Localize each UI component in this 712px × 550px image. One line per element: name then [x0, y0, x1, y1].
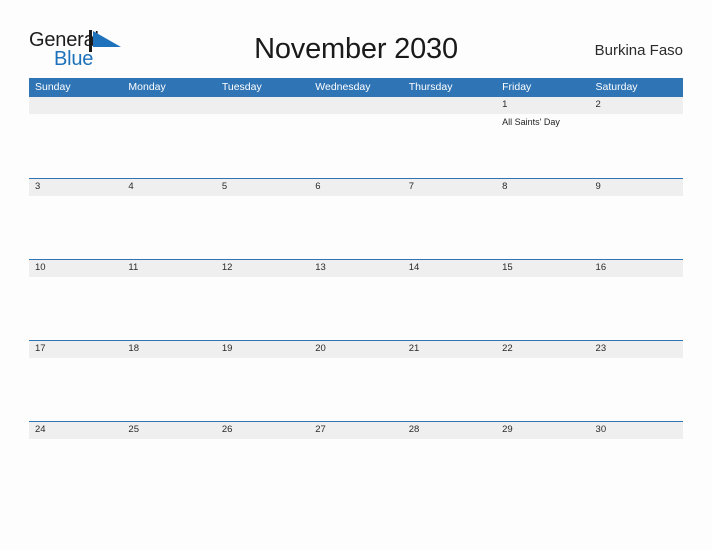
day-cell[interactable]: 28	[403, 421, 496, 502]
day-number: 11	[128, 262, 139, 273]
day-cell[interactable]: 21	[403, 340, 496, 421]
day-cell[interactable]: 20	[309, 340, 402, 421]
day-cell[interactable]: 13	[309, 259, 402, 340]
day-number: 7	[408, 181, 414, 192]
day-events: All Saints' Day	[502, 116, 586, 128]
day-cell-empty	[216, 97, 309, 178]
day-cell[interactable]: 10	[29, 259, 122, 340]
day-cell[interactable]: 26	[216, 421, 309, 502]
weekday-header-friday: Friday	[502, 81, 532, 93]
day-cell[interactable]: 16	[590, 259, 683, 340]
weekday-header-row: Sunday Monday Tuesday Wednesday Thursday…	[29, 78, 683, 97]
day-cell[interactable]: 9	[590, 178, 683, 259]
day-number: 3	[35, 181, 41, 192]
day-number: 17	[35, 343, 46, 354]
day-cell[interactable]: 17	[29, 340, 122, 421]
country-label: Burkina Faso	[594, 42, 683, 59]
week-cells: 24 25 26 27 28 29 30	[29, 421, 683, 502]
day-number: 15	[502, 262, 513, 273]
calendar-grid: Sunday Monday Tuesday Wednesday Thursday…	[29, 78, 683, 502]
day-number: 4	[128, 181, 134, 192]
day-cell[interactable]: 4	[122, 178, 215, 259]
calendar-week-row: 1 All Saints' Day 2	[29, 97, 683, 178]
day-cell[interactable]: 25	[122, 421, 215, 502]
day-cell[interactable]: 24	[29, 421, 122, 502]
day-cell-empty	[29, 97, 122, 178]
day-cell[interactable]: 22	[496, 340, 589, 421]
day-cell[interactable]: 14	[403, 259, 496, 340]
day-cell[interactable]: 7	[403, 178, 496, 259]
day-number: 16	[595, 262, 607, 273]
day-cell[interactable]: 6	[309, 178, 402, 259]
day-number: 23	[595, 343, 607, 354]
day-number: 1	[502, 99, 508, 110]
page-header: General Blue November 2030 Burkina Faso	[0, 0, 712, 76]
day-cell[interactable]: 23	[590, 340, 683, 421]
day-number: 10	[35, 262, 46, 273]
day-cell-empty	[122, 97, 215, 178]
day-cell[interactable]: 19	[216, 340, 309, 421]
day-number: 25	[128, 424, 139, 435]
day-cell[interactable]: 2	[590, 97, 683, 178]
calendar-week-row: 10 11 12 13 14 15 16	[29, 259, 683, 340]
day-number: 19	[221, 343, 233, 354]
day-number: 13	[315, 262, 326, 273]
day-number: 28	[408, 424, 420, 435]
day-number: 21	[408, 343, 420, 354]
day-number: 9	[595, 181, 601, 192]
day-cell[interactable]: 12	[216, 259, 309, 340]
day-number: 6	[315, 181, 321, 192]
weekday-header-sunday: Sunday	[35, 81, 71, 93]
day-number: 26	[221, 424, 233, 435]
day-number: 2	[595, 99, 601, 110]
day-cell[interactable]: 30	[590, 421, 683, 502]
day-number: 12	[221, 262, 233, 273]
calendar-week-row: 17 18 19 20 21 22 23	[29, 340, 683, 421]
day-cell[interactable]: 8	[496, 178, 589, 259]
day-number: 30	[595, 424, 607, 435]
week-cells: 10 11 12 13 14 15 16	[29, 259, 683, 340]
day-cell[interactable]: 11	[122, 259, 215, 340]
day-cell[interactable]: 27	[309, 421, 402, 502]
day-number: 27	[315, 424, 326, 435]
day-number: 8	[502, 181, 508, 192]
week-cells: 3 4 5 6 7 8 9	[29, 178, 683, 259]
weekday-header-thursday: Thursday	[408, 81, 453, 93]
day-number: 22	[502, 343, 513, 354]
week-cells: 17 18 19 20 21 22 23	[29, 340, 683, 421]
day-cell-empty	[403, 97, 496, 178]
day-cell-empty	[309, 97, 402, 178]
week-cells: 1 All Saints' Day 2	[29, 97, 683, 178]
day-number: 18	[128, 343, 139, 354]
day-cell[interactable]: 3	[29, 178, 122, 259]
day-number: 24	[35, 424, 46, 435]
calendar-week-row: 3 4 5 6 7 8 9	[29, 178, 683, 259]
weekday-header-saturday: Saturday	[595, 81, 638, 93]
calendar-week-row: 24 25 26 27 28 29 30	[29, 421, 683, 502]
calendar-weeks: 1 All Saints' Day 2 3 4 5 6 7 8 9 10 11 12 13 14 15 16 17…	[29, 97, 683, 502]
holiday-label: All Saints' Day	[502, 117, 560, 127]
day-cell[interactable]: 29	[496, 421, 589, 502]
weekday-header-wednesday: Wednesday	[315, 81, 371, 93]
day-cell[interactable]: 18	[122, 340, 215, 421]
calendar-page: General Blue November 2030 Burkina Faso …	[0, 0, 712, 550]
day-number: 29	[502, 424, 513, 435]
day-cell[interactable]: 15	[496, 259, 589, 340]
day-cell[interactable]: 1 All Saints' Day	[496, 97, 589, 178]
day-number: 5	[221, 181, 228, 192]
day-cell[interactable]: 5	[216, 178, 309, 259]
day-number: 20	[315, 343, 326, 354]
day-number: 14	[408, 262, 420, 273]
weekday-header-monday: Monday	[128, 81, 166, 93]
weekday-header-tuesday: Tuesday	[221, 81, 262, 93]
